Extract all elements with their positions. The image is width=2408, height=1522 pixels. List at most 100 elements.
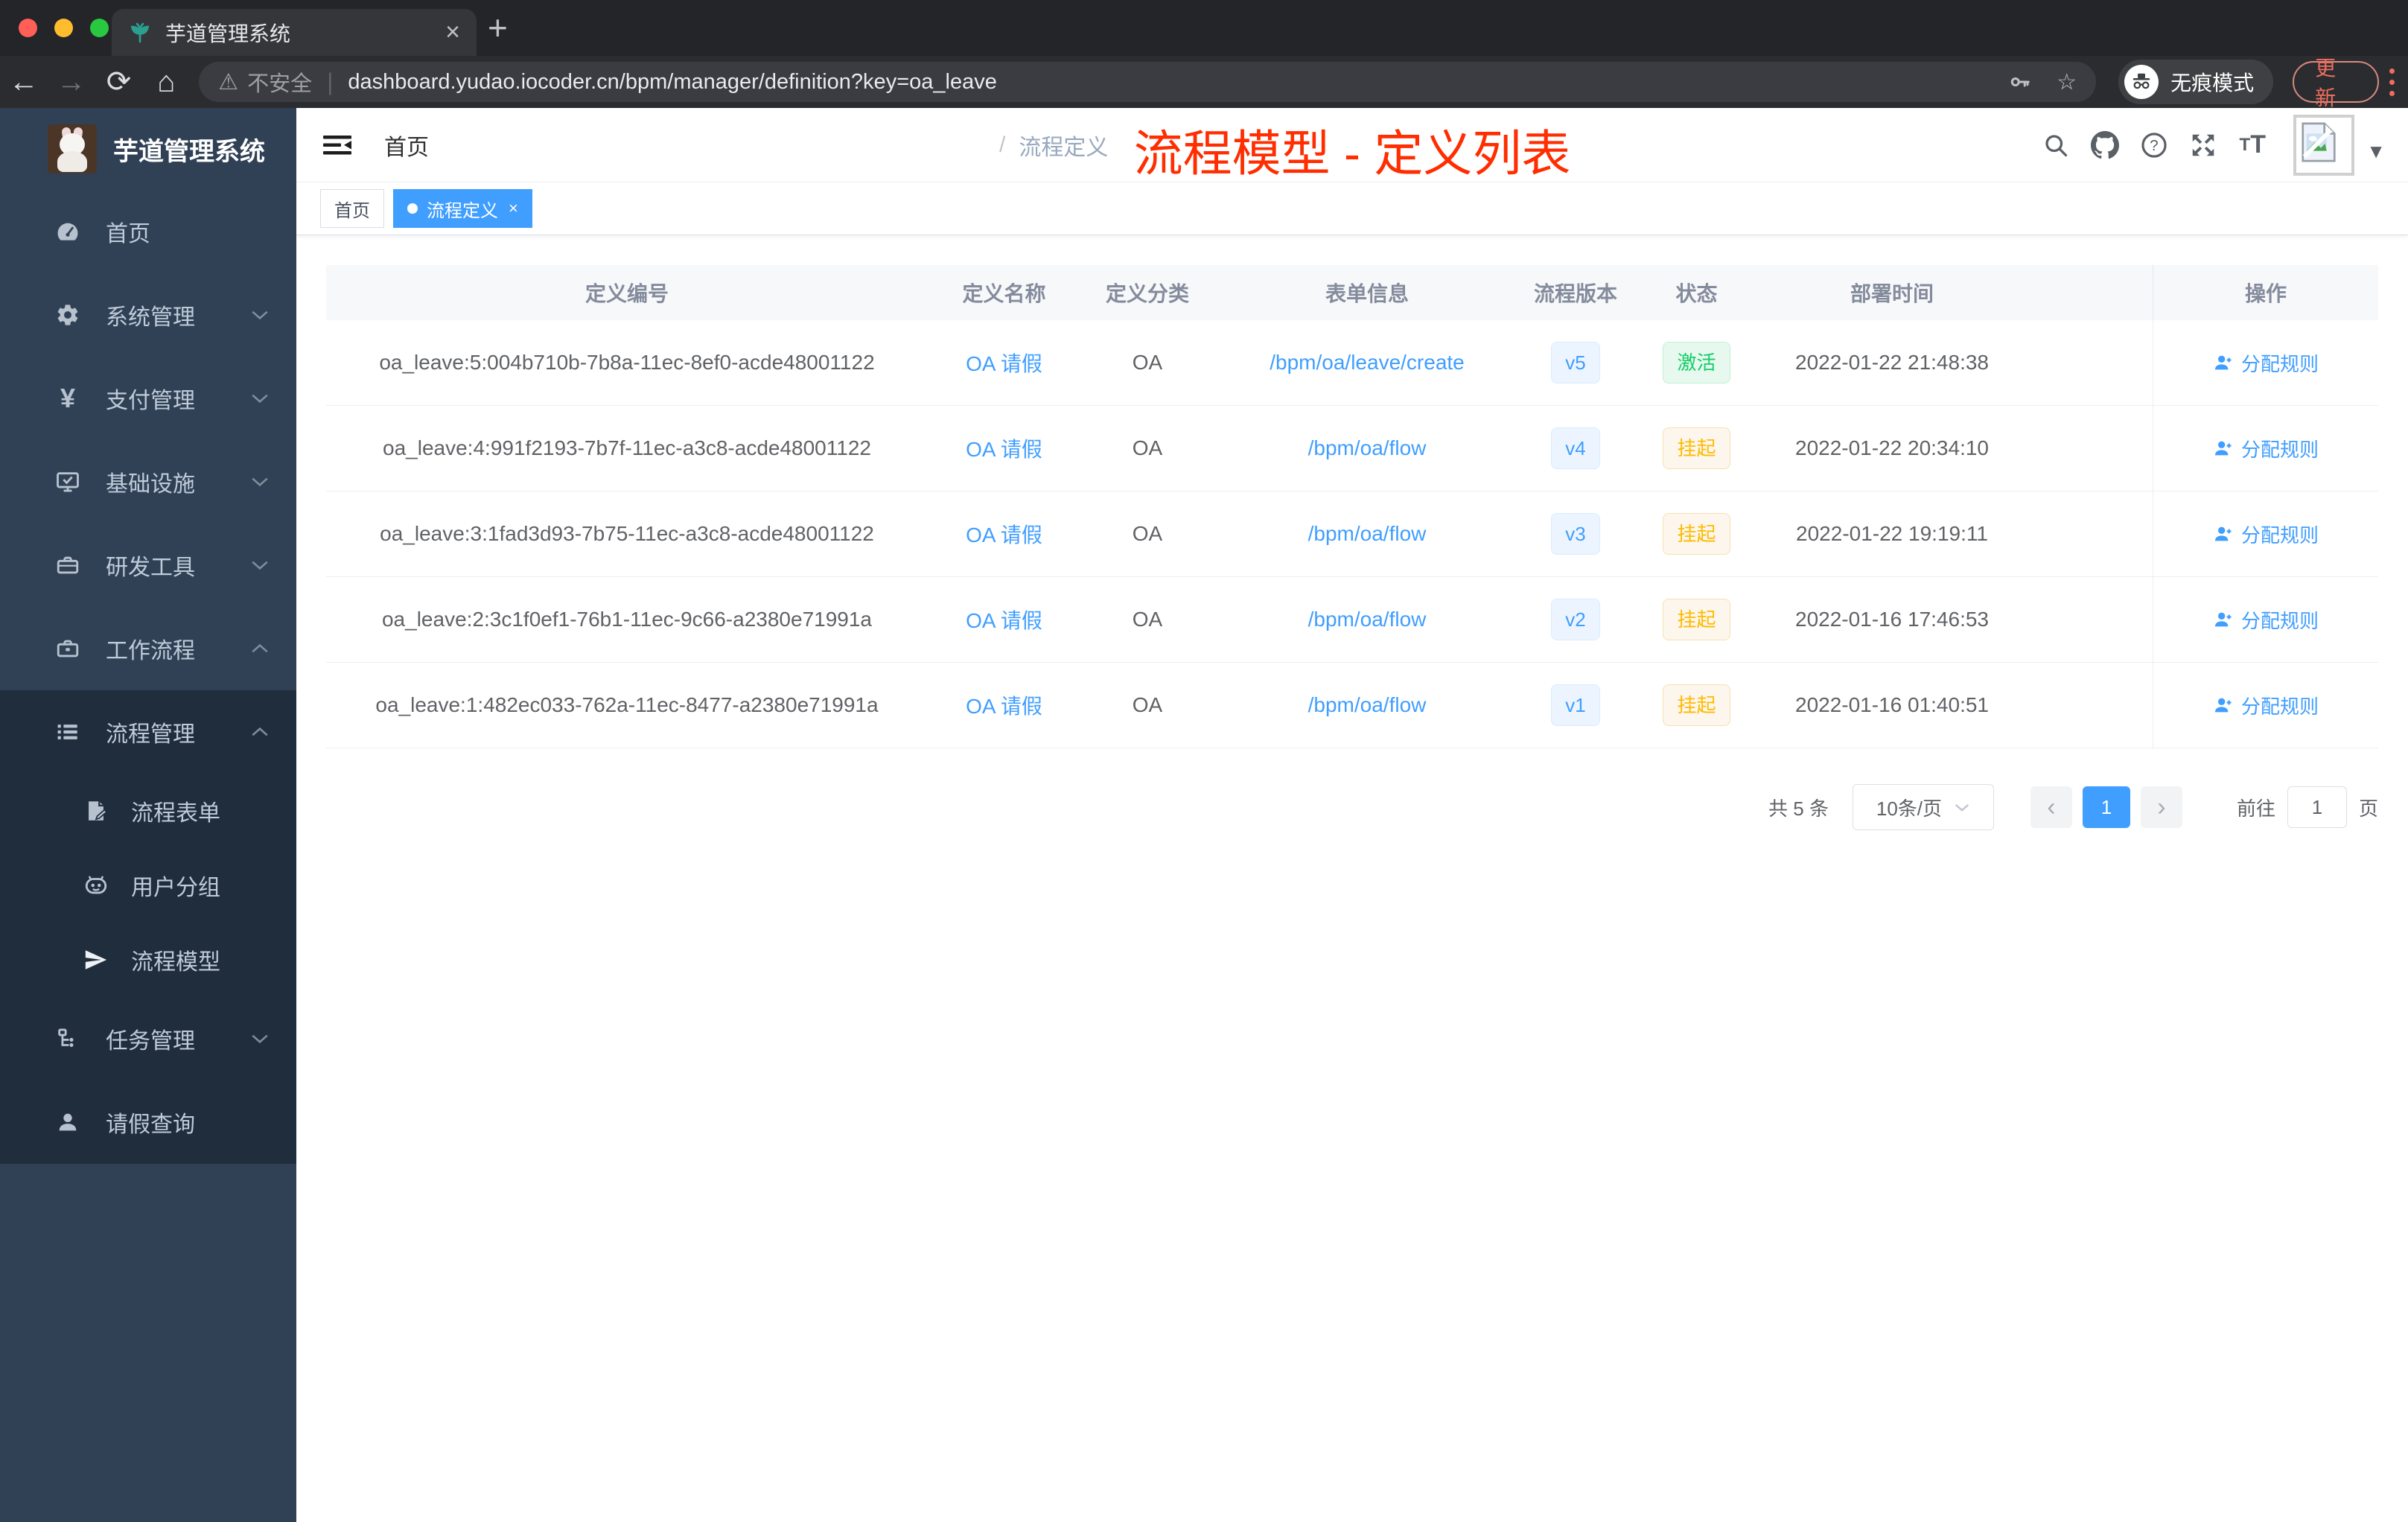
definition-name-link[interactable]: OA 请假 [966,605,1042,634]
minimize-window-button[interactable] [54,19,73,37]
assign-rule-button[interactable]: 分配规则 [2213,692,2319,719]
sidebar-item-system[interactable]: 系统管理 [0,273,296,357]
user-menu-caret-icon[interactable]: ▼ [2366,140,2386,163]
form-link[interactable]: /bpm/oa/flow [1308,693,1427,717]
app-title: 芋道管理系统 [113,137,265,166]
tag-home[interactable]: 首页 [320,189,384,228]
form-link[interactable]: /bpm/oa/flow [1308,608,1427,631]
col-deploy-time: 部署时间 [1850,282,1934,305]
col-definition-category: 定义分类 [1105,282,1189,305]
sidebar-item-dev-tools[interactable]: 研发工具 [0,523,296,607]
assign-rule-button[interactable]: 分配规则 [2213,606,2319,634]
goto-label: 前往 [2236,797,2275,820]
prev-page-button[interactable]: ‹ [2030,786,2072,828]
font-size-icon[interactable]: TT [2228,130,2277,159]
briefcase-icon [57,640,79,657]
form-link[interactable]: /bpm/oa/leave/create [1270,351,1465,375]
browser-menu-icon[interactable] [2389,68,2395,96]
key-icon[interactable] [2009,71,2031,93]
definition-name-link[interactable]: OA 请假 [966,690,1042,720]
tree-icon [58,1028,74,1048]
forward-button[interactable]: → [48,66,95,99]
new-tab-button[interactable]: + [488,7,508,48]
form-edit-icon [89,801,108,821]
form-link[interactable]: /bpm/oa/flow [1308,436,1427,460]
col-actions: 操作 [2153,265,2378,320]
address-bar[interactable]: ⚠ 不安全 | dashboard.yudao.iocoder.cn/bpm/m… [199,62,2097,102]
tag-close-icon[interactable]: × [509,199,518,218]
assign-rule-label: 分配规则 [2240,438,2319,461]
help-icon[interactable]: ? [2130,131,2179,159]
col-definition-name: 定义名称 [962,282,1046,305]
status-badge: 挂起 [1663,427,1730,469]
sidebar-item-process-model[interactable]: 流程模型 [0,923,296,997]
user-icon [2214,612,2232,627]
current-page-button[interactable]: 1 [2082,786,2130,828]
assign-rule-button[interactable]: 分配规则 [2213,435,2319,462]
goto-page-input[interactable] [2287,786,2347,828]
search-icon[interactable] [2031,132,2080,159]
definition-name-link[interactable]: OA 请假 [966,348,1042,378]
definition-table: 定义编号 定义名称 定义分类 表单信息 流程版本 状态 部署时间 操作 oa_l… [326,265,2378,748]
page-unit-label: 页 [2358,797,2378,820]
chevron-down-icon [252,561,268,570]
user-icon [2214,698,2232,713]
next-page-button[interactable]: › [2140,786,2182,828]
deploy-time: 2022-01-22 19:19:11 [1796,522,1988,545]
browser-toolbar: ← → ⟳ ⌂ ⚠ 不安全 | dashboard.yudao.iocoder.… [0,56,2408,109]
tab-title: 芋道管理系统 [165,22,291,45]
assign-rule-button[interactable]: 分配规则 [2213,520,2319,548]
sidebar-item-label: 流程模型 [131,950,220,975]
definition-name-link[interactable]: OA 请假 [966,433,1042,463]
definition-id: oa_leave:5:004b710b-7b8a-11ec-8ef0-acde4… [379,351,875,374]
browser-chrome: 芋道管理系统 × + ← → ⟳ ⌂ ⚠ 不安全 | dashboard.yud… [0,0,2408,109]
col-filler [2022,265,2153,320]
definition-category: OA [1132,351,1163,374]
app-logo-row[interactable]: 芋道管理系统 [0,108,296,190]
pagination: 共 5 条 10条/页 ‹ 1 › 前往 页 [326,784,2378,830]
tag-process-definition[interactable]: 流程定义 × [393,189,532,228]
tab-close-icon[interactable]: × [445,18,460,47]
assign-rule-label: 分配规则 [2240,609,2319,632]
sidebar-item-workflow[interactable]: 工作流程 [0,607,296,690]
home-button[interactable]: ⌂ [142,66,190,99]
yen-icon: ¥ [60,383,76,413]
sidebar-item-home[interactable]: 首页 [0,190,296,273]
app-logo-avatar [48,124,97,173]
assign-rule-button[interactable]: 分配规则 [2213,349,2319,377]
form-link[interactable]: /bpm/oa/flow [1308,522,1427,546]
breadcrumb-home[interactable]: 首页 [384,129,986,162]
sidebar-fold-icon[interactable] [322,133,353,158]
deploy-time: 2022-01-22 20:34:10 [1795,436,1989,459]
github-icon[interactable] [2080,130,2130,159]
close-window-button[interactable] [19,19,37,37]
fullscreen-icon[interactable] [2179,131,2228,159]
browser-tab[interactable]: 芋道管理系统 × [112,9,477,56]
security-warning-icon[interactable]: ⚠ [218,69,238,95]
definition-name-link[interactable]: OA 请假 [966,519,1042,549]
col-process-version: 流程版本 [1533,282,1617,305]
window-controls[interactable] [19,19,109,37]
browser-update-button[interactable]: 更新 [2293,57,2380,109]
sidebar-item-process-form[interactable]: 流程表单 [0,774,296,848]
dashboard-gauge-icon [57,223,78,241]
url-text[interactable]: dashboard.yudao.iocoder.cn/bpm/manager/d… [348,70,1984,95]
version-badge: v1 [1551,684,1600,726]
back-button[interactable]: ← [0,66,48,99]
sidebar-item-process-management[interactable]: 流程管理 [0,690,296,774]
user-avatar-broken-image[interactable] [2293,114,2355,176]
sidebar-item-leave-query[interactable]: 请假查询 [0,1080,296,1164]
page-size-select[interactable]: 10条/页 [1852,784,1994,830]
chevron-down-icon [252,311,268,320]
sidebar-item-infrastructure[interactable]: 基础设施 [0,440,296,523]
sidebar-item-task-management[interactable]: 任务管理 [0,997,296,1080]
zoom-window-button[interactable] [90,19,109,37]
sidebar-item-user-group[interactable]: 用户分组 [0,848,296,923]
sidebar-item-label: 流程表单 [131,801,220,826]
sidebar-item-payment[interactable]: ¥ 支付管理 [0,357,296,440]
tags-view: 首页 流程定义 × [296,182,2408,235]
reload-button[interactable]: ⟳ [95,65,143,99]
incognito-label: 无痕模式 [2170,71,2255,95]
bookmark-star-icon[interactable]: ☆ [2057,69,2077,95]
version-badge: v5 [1551,342,1600,383]
